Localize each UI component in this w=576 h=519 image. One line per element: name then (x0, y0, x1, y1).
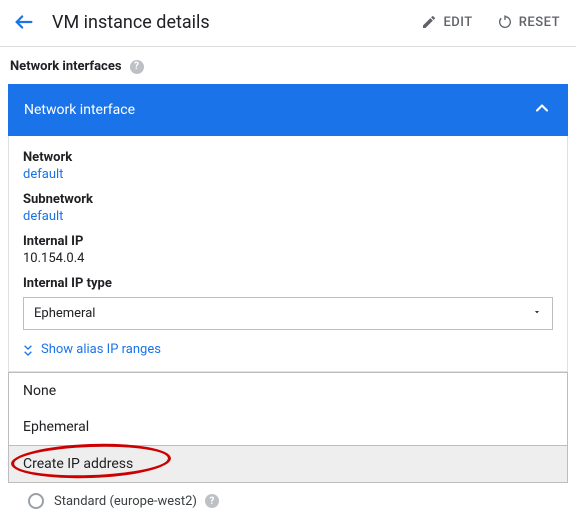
internal-ip-value: 10.154.0.4 (23, 251, 553, 266)
reset-button[interactable]: RESET (497, 14, 560, 30)
panel-body: Network default Subnetwork default Inter… (8, 136, 568, 372)
tier-standard-row[interactable]: Standard (europe-west2) ? (0, 483, 576, 519)
internal-ip-type-value: Ephemeral (34, 306, 95, 321)
dropdown-option-ephemeral[interactable]: Ephemeral (9, 409, 567, 445)
reset-button-label: RESET (519, 15, 560, 30)
subnetwork-value[interactable]: default (23, 209, 553, 224)
help-icon[interactable]: ? (205, 494, 219, 508)
ip-address-dropdown: None Ephemeral Create IP address (8, 372, 568, 483)
reset-icon (497, 14, 513, 30)
network-label: Network (23, 150, 553, 165)
dropdown-option-create-ip[interactable]: Create IP address (9, 446, 567, 482)
caret-down-icon (532, 306, 542, 321)
panel-header[interactable]: Network interface (8, 84, 568, 136)
pencil-icon (421, 14, 437, 30)
double-chevron-down-icon (23, 344, 33, 356)
show-alias-ip-ranges[interactable]: Show alias IP ranges (23, 342, 553, 357)
page-title: VM instance details (52, 12, 397, 33)
subnetwork-label: Subnetwork (23, 192, 553, 207)
panel-title: Network interface (24, 102, 135, 118)
internal-ip-type-select[interactable]: Ephemeral (23, 297, 553, 330)
internal-ip-type-label: Internal IP type (23, 276, 553, 291)
chevron-up-icon (532, 98, 552, 122)
network-interfaces-section: Network interfaces ? (0, 47, 576, 84)
tier-standard-label: Standard (europe-west2) (54, 494, 197, 509)
page-header: VM instance details EDIT RESET (0, 0, 576, 47)
help-icon[interactable]: ? (130, 60, 144, 74)
internal-ip-label: Internal IP (23, 234, 553, 249)
radio-icon (28, 493, 44, 509)
edit-button[interactable]: EDIT (421, 14, 472, 30)
edit-button-label: EDIT (443, 15, 472, 30)
network-interfaces-label: Network interfaces (10, 59, 122, 74)
network-interface-panel: Network interface Network default Subnet… (8, 84, 568, 372)
dropdown-option-create-ip-label: Create IP address (23, 456, 133, 472)
show-alias-label: Show alias IP ranges (41, 342, 161, 357)
dropdown-option-none[interactable]: None (9, 373, 567, 409)
network-value[interactable]: default (23, 167, 553, 182)
back-arrow-icon[interactable] (12, 10, 36, 34)
